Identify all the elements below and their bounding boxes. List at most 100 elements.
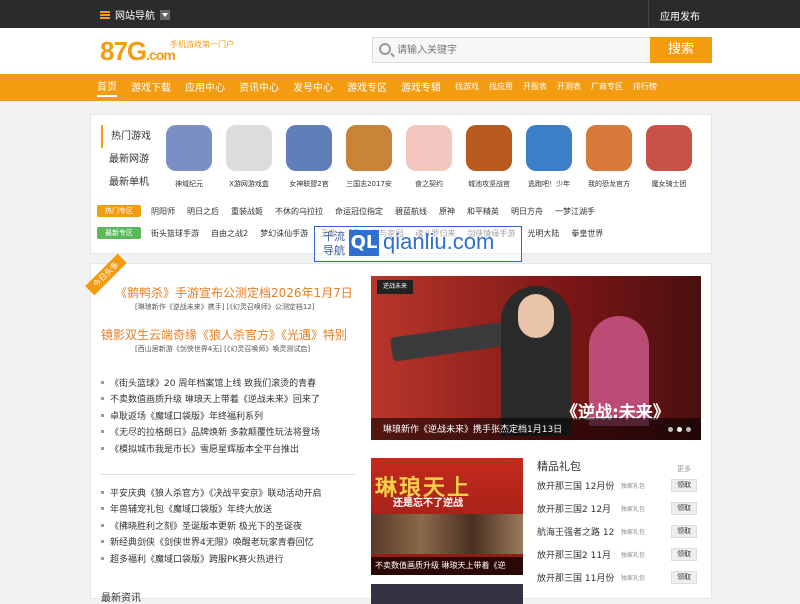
watermark-text: 千流 导航: [323, 230, 345, 258]
claim-button[interactable]: 领取: [671, 478, 697, 492]
banner-face: [518, 294, 554, 338]
zone-link[interactable]: 碧蓝航线: [395, 206, 427, 217]
zone-link[interactable]: 拳皇世界: [571, 228, 603, 239]
tab-new-single[interactable]: 最新单机: [101, 171, 157, 194]
claim-button[interactable]: 领取: [671, 547, 697, 561]
zone-link[interactable]: 明日方舟: [511, 206, 543, 217]
nav-item[interactable]: 应用中心: [185, 79, 225, 96]
zone-link[interactable]: 梦幻诛仙手游: [260, 228, 308, 239]
news-thumbnail[interactable]: 琳琅天上 还是忘不了逆战 不卖数值画质升级 琳琅天上带着《逆: [371, 458, 523, 575]
zone-link[interactable]: 自由之战2: [211, 228, 248, 239]
headline-1[interactable]: 《鹅鸭杀》手游宣布公测定档2026年1月7日: [115, 284, 353, 301]
game-icon: [586, 125, 632, 171]
nav-item[interactable]: 找应用: [489, 81, 513, 94]
carousel-dot-active[interactable]: [677, 427, 682, 432]
search-input[interactable]: [397, 41, 647, 59]
news-item[interactable]: 超多福利《魔域口袋版》跨服PK赛火热进行: [101, 550, 356, 567]
app-publish-link[interactable]: 应用发布: [660, 8, 700, 23]
header: 87G.com 手机游戏第一门户 搜索: [0, 28, 800, 74]
headline-2[interactable]: 镜影双生云端奇缘《狼人杀官方》《光遇》特别: [101, 326, 347, 343]
zone-link[interactable]: 街头篮球手游: [151, 228, 199, 239]
claim-button[interactable]: 领取: [671, 524, 697, 538]
nav-item[interactable]: 厂商专区: [591, 81, 623, 94]
site-nav-toggle[interactable]: 网站导航: [100, 7, 170, 22]
news-item[interactable]: 《拂晓胜利之刻》圣诞版本更新 极光下的圣诞夜: [101, 517, 356, 534]
gift-type: 独家礼包: [621, 574, 646, 582]
news-item[interactable]: 年兽辅宠礼包《魔域口袋版》年终大放送: [101, 501, 356, 518]
news-thumbnail-2[interactable]: [371, 584, 523, 604]
zone-link[interactable]: 光明大陆: [527, 228, 559, 239]
game-item[interactable]: 三国志2017安: [339, 125, 399, 189]
game-name: 魔女骑士团: [651, 180, 687, 188]
game-item[interactable]: 逃跑吧！少年: [519, 125, 579, 189]
search-icon: [379, 43, 391, 55]
game-item[interactable]: 城池攻坚战官: [459, 125, 519, 189]
game-item[interactable]: 魔女骑士团: [639, 125, 699, 189]
nav-item[interactable]: 开测表: [557, 81, 581, 94]
zone-link[interactable]: 原神: [439, 206, 455, 217]
news-item[interactable]: 不卖数值画质升级 琳琅天上带着《逆战未来》回来了: [101, 391, 356, 408]
game-icon: [466, 125, 512, 171]
game-item[interactable]: 我的恐龙官方: [579, 125, 639, 189]
gift-packs: 精品礼包 更多 放开那三国 12月份 独家礼包 领取 放开那三国2 12月 独家礼包 领取…: [537, 458, 701, 584]
gift-name[interactable]: 放开那三国 11月份: [537, 571, 621, 584]
zone-link[interactable]: 一梦江湖手: [555, 206, 595, 217]
gift-type: 独家礼包: [621, 505, 646, 513]
zone-link[interactable]: 明日之后: [187, 206, 219, 217]
news-item[interactable]: 《街头篮球》20 周年档案馆上线 致我们滚烫的青春: [101, 374, 356, 391]
game-item[interactable]: X游网游戏盒: [219, 125, 279, 189]
game-item[interactable]: 食之契约: [399, 125, 459, 189]
news-item[interactable]: 《模拟城市我是市长》雪愿星辉版本全平台推出: [101, 440, 356, 457]
headline-1-sub[interactable]: [琳琅新作《逆战未来》携手] [《幻灵召唤师》公测定档12]: [135, 302, 315, 312]
content-area: 今日头条 《鹅鸭杀》手游宣布公测定档2026年1月7日 [琳琅新作《逆战未来》携…: [85, 253, 712, 604]
game-grid: 神域纪元 X游网游戏盒 女神联盟2官 三国志2017安 食之契约 城池攻坚战官 逃跑吧！少年…: [159, 125, 699, 189]
news-title: 不卖数值画质升级 琳琅天上带着《逆战未来》回来了: [110, 395, 320, 406]
nav-item[interactable]: 找游戏: [455, 81, 479, 94]
nav-item[interactable]: 资讯中心: [239, 79, 279, 96]
carousel-dot[interactable]: [686, 427, 691, 432]
banner-game-logo: 逆战未来: [377, 280, 413, 294]
zone-link[interactable]: 命运冠位指定: [335, 206, 383, 217]
gift-name[interactable]: 放开那三国 12月份: [537, 479, 621, 492]
thumb-photo: [371, 514, 523, 554]
news-item[interactable]: 平安庆典《狼人杀官方》《决战平安京》联动活动开启: [101, 484, 356, 501]
game-icon: [346, 125, 392, 171]
news-title: 《街头篮球》20 周年档案馆上线 致我们滚烫的青春: [110, 378, 317, 389]
new-zone-tag: 最新专区: [97, 227, 141, 239]
zone-link[interactable]: 重装战姬: [231, 206, 263, 217]
news-list-2: 平安庆典《狼人杀官方》《决战平安京》联动活动开启 年兽辅宠礼包《魔域口袋版》年终大…: [101, 484, 356, 567]
gift-name[interactable]: 航海王强者之路 12: [537, 525, 621, 538]
search-button[interactable]: 搜索: [650, 37, 712, 63]
news-item[interactable]: 《无尽的拉格朗日》品牌焕新 多款颠覆性玩法将登场: [101, 424, 356, 441]
news-item[interactable]: 卓耿返场《魔域口袋版》年终福利系列: [101, 407, 356, 424]
game-icon: [166, 125, 212, 171]
nav-item[interactable]: 发号中心: [293, 79, 333, 96]
news-title: 《拂晓胜利之刻》圣诞版本更新 极光下的圣诞夜: [110, 521, 302, 532]
zone-link[interactable]: 不休的乌拉拉: [275, 206, 323, 217]
gift-name[interactable]: 放开那三国2 12月: [537, 502, 621, 515]
zone-link[interactable]: 和平精英: [467, 206, 499, 217]
nav-item[interactable]: 开服表: [523, 81, 547, 94]
nav-item[interactable]: 游戏专区: [347, 79, 387, 96]
nav-item[interactable]: 排行榜: [633, 81, 657, 94]
claim-button[interactable]: 领取: [671, 570, 697, 584]
search-box: 搜索: [372, 37, 712, 63]
featured-banner[interactable]: 逆战未来 《逆战:未来》 琳琅新作《逆战未来》携手张杰定档1月13日: [371, 276, 701, 440]
tab-new-online[interactable]: 最新网游: [101, 148, 157, 171]
tab-hot-games[interactable]: 热门游戏: [101, 125, 157, 148]
game-item[interactable]: 女神联盟2官: [279, 125, 339, 189]
zone-link[interactable]: 阴阳师: [151, 206, 175, 217]
gift-more-link[interactable]: 更多: [677, 464, 691, 474]
gift-name[interactable]: 放开那三国2 11月: [537, 548, 621, 561]
nav-item[interactable]: 游戏专辑: [401, 79, 441, 96]
gift-type: 独家礼包: [621, 551, 646, 559]
headline-2-sub[interactable]: [西山居新游《剑侠世界4无] [《幻灵召唤师》唤灵测试启]: [135, 344, 310, 354]
claim-button[interactable]: 领取: [671, 501, 697, 515]
nav-item[interactable]: 首页: [97, 78, 117, 97]
menu-icon: [100, 10, 110, 19]
news-item[interactable]: 新经典剑侠《剑侠世界4无限》唤醒老玩家青春回忆: [101, 534, 356, 551]
site-logo[interactable]: 87G.com: [100, 36, 176, 67]
carousel-dot[interactable]: [668, 427, 673, 432]
nav-item[interactable]: 游戏下载: [131, 79, 171, 96]
game-item[interactable]: 神域纪元: [159, 125, 219, 189]
